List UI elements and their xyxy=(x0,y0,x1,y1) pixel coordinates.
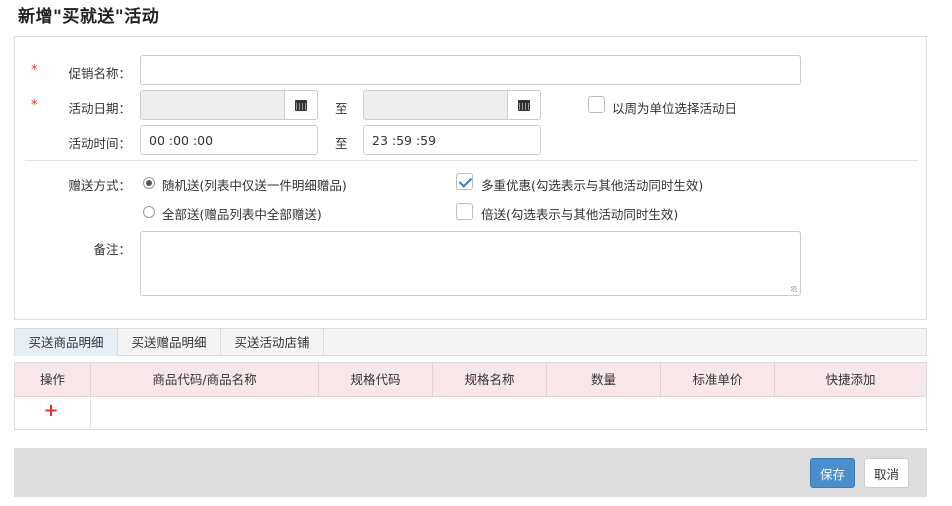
end-date-picker-button[interactable] xyxy=(508,90,541,120)
column-header: 规格代码 xyxy=(319,363,433,397)
start-date-input[interactable] xyxy=(140,90,285,120)
required-mark: * xyxy=(31,63,38,78)
tab-product-details[interactable]: 买送商品明细 xyxy=(15,329,118,356)
gift-random-label: 随机送(列表中仅送一件明细赠品) xyxy=(162,178,347,193)
promo-name-input[interactable] xyxy=(140,55,801,85)
row-divider xyxy=(90,397,91,429)
multi-discount-checkbox[interactable] xyxy=(456,173,473,190)
gift-all-label: 全部送(赠品列表中全部赠送) xyxy=(162,207,322,222)
gift-all-radio[interactable] xyxy=(143,206,155,218)
product-table: 操作 商品代码/商品名称 规格代码 规格名称 数量 标准单价 快捷添加 + xyxy=(14,362,927,430)
column-header: 数量 xyxy=(547,363,661,397)
calendar-icon xyxy=(518,99,530,111)
activity-form: * 促销名称： * 活动日期： 至 以周为单位选择活动日 活动时间： 至 赠送方… xyxy=(14,36,927,320)
start-date-picker-button[interactable] xyxy=(285,90,318,120)
multi-discount-label: 多重优惠(勾选表示与其他活动同时生效) xyxy=(481,178,704,193)
double-gift-label: 倍送(勾选表示与其他活动同时生效) xyxy=(481,207,679,222)
page-title: 新增"买就送"活动 xyxy=(18,7,160,27)
date-label: 活动日期： xyxy=(68,101,131,116)
column-header: 标准单价 xyxy=(661,363,775,397)
end-time-input[interactable] xyxy=(363,125,541,155)
week-select-checkbox[interactable] xyxy=(588,96,605,113)
calendar-icon xyxy=(295,99,307,111)
start-time-input[interactable] xyxy=(140,125,318,155)
promo-name-label: 促销名称： xyxy=(68,66,131,81)
time-label: 活动时间： xyxy=(68,136,131,151)
tab-activity-stores[interactable]: 买送活动店铺 xyxy=(221,329,324,356)
cancel-button[interactable]: 取消 xyxy=(864,458,909,488)
column-header: 操作 xyxy=(15,363,91,397)
gift-random-radio[interactable] xyxy=(143,177,155,189)
column-header: 规格名称 xyxy=(433,363,547,397)
save-button[interactable]: 保存 xyxy=(810,458,855,488)
plus-icon[interactable]: + xyxy=(43,401,59,421)
resize-grip-icon[interactable] xyxy=(791,286,797,292)
gift-mode-label: 赠送方式： xyxy=(68,178,131,193)
detail-tabs: 买送商品明细 买送赠品明细 买送活动店铺 xyxy=(14,328,927,356)
note-label: 备注： xyxy=(93,242,131,257)
column-header: 商品代码/商品名称 xyxy=(91,363,319,397)
note-textarea[interactable] xyxy=(140,231,801,296)
double-gift-checkbox[interactable] xyxy=(456,203,473,220)
end-date-input[interactable] xyxy=(363,90,508,120)
action-bar: 保存 取消 xyxy=(14,448,927,497)
tab-gift-details[interactable]: 买送赠品明细 xyxy=(118,329,221,356)
column-header: 快捷添加 xyxy=(825,372,876,387)
time-to-label: 至 xyxy=(335,136,348,151)
date-to-label: 至 xyxy=(335,101,348,116)
form-divider xyxy=(25,160,918,161)
table-header: 操作 商品代码/商品名称 规格代码 规格名称 数量 标准单价 快捷添加 xyxy=(15,363,926,397)
required-mark: * xyxy=(31,98,38,113)
week-select-label: 以周为单位选择活动日 xyxy=(612,101,738,116)
